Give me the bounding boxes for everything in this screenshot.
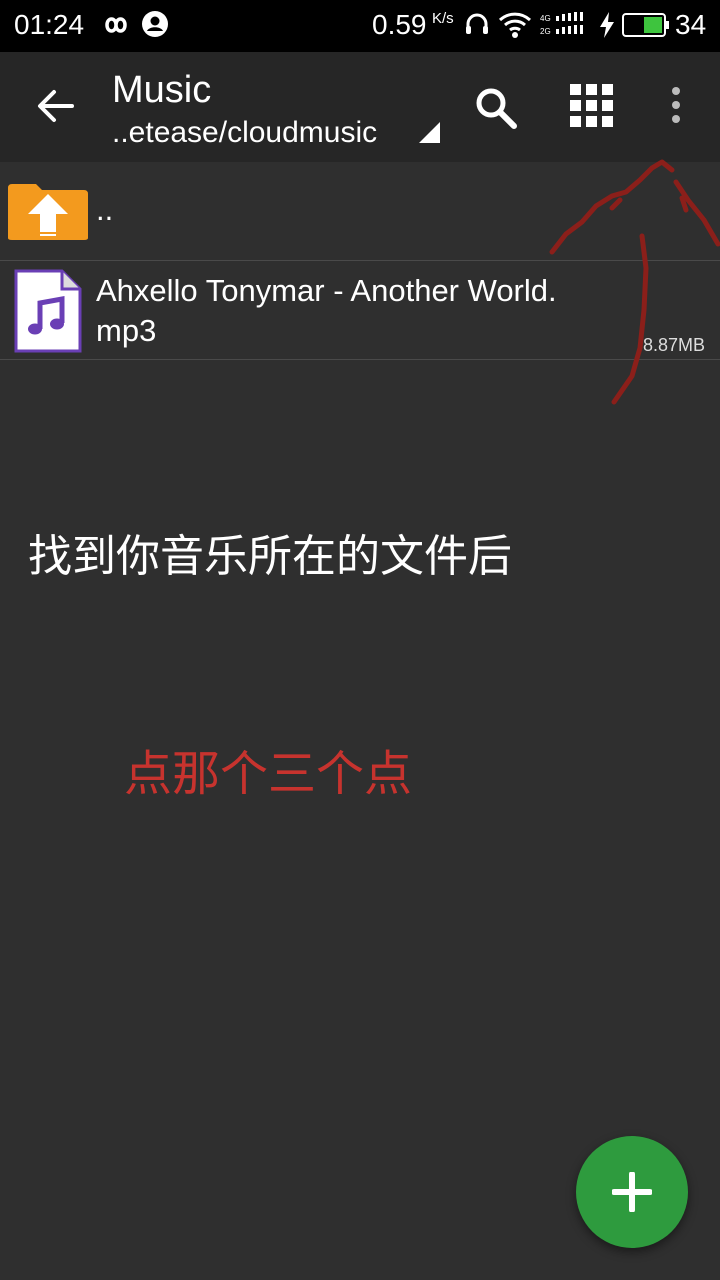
add-button[interactable] (576, 1136, 688, 1248)
plus-icon (612, 1172, 652, 1212)
hand-drawn-arrow (549, 159, 720, 405)
instruction-text-red: 点那个三个点 (124, 746, 413, 802)
instruction-text: 找到你音乐所在的文件后 (28, 531, 512, 582)
